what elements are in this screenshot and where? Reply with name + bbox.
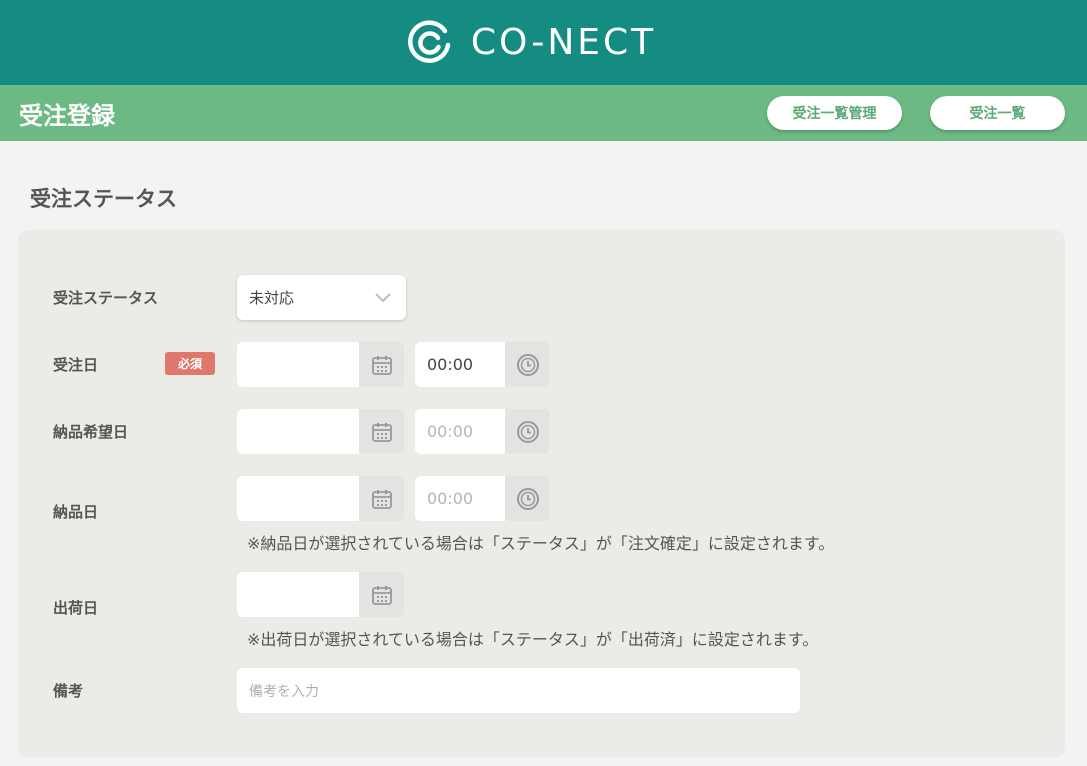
order-time-clock-button[interactable] (505, 342, 550, 387)
shipping-date-picker (237, 572, 404, 617)
clock-icon (516, 353, 539, 376)
status-label: 受注ステータス (53, 289, 159, 307)
order-time-picker: 00:00 (415, 342, 550, 387)
calendar-icon (371, 489, 392, 509)
clock-icon (516, 487, 539, 510)
desired-delivery-time-picker: 00:00 (415, 409, 550, 454)
order-date-input[interactable] (237, 342, 359, 387)
desired-delivery-date-calendar-button[interactable] (359, 409, 404, 454)
order-time-input[interactable]: 00:00 (415, 342, 505, 387)
delivery-time-input[interactable]: 00:00 (415, 476, 505, 521)
desired-delivery-date-input[interactable] (237, 409, 359, 454)
desired-delivery-time-clock-button[interactable] (505, 409, 550, 454)
logo[interactable]: CO-NECT (405, 19, 656, 67)
status-select[interactable]: 未対応 (237, 275, 406, 320)
delivery-date-picker (237, 476, 404, 521)
delivery-time-clock-button[interactable] (505, 476, 550, 521)
page-title: 受注登録 (19, 102, 115, 130)
page-header: 受注登録 受注一覧管理 受注一覧 (0, 85, 1087, 141)
clock-icon (516, 420, 539, 443)
remarks-input[interactable]: 備考を入力 (237, 668, 800, 713)
logo-mark-icon (407, 19, 451, 63)
required-badge: 必須 (165, 352, 215, 375)
shipping-date-calendar-button[interactable] (359, 572, 404, 617)
section-title: 受注ステータス (30, 187, 177, 211)
order-list-management-button[interactable]: 受注一覧管理 (767, 96, 902, 130)
logo-text: CO-NECT (470, 22, 657, 63)
calendar-icon (371, 422, 392, 442)
delivery-time-picker: 00:00 (415, 476, 550, 521)
shipping-date-label: 出荷日 (53, 599, 99, 617)
shipping-date-input[interactable] (237, 572, 359, 617)
delivery-date-input[interactable] (237, 476, 359, 521)
delivery-date-calendar-button[interactable] (359, 476, 404, 521)
calendar-icon (371, 585, 392, 605)
desired-delivery-date-picker (237, 409, 404, 454)
calendar-icon (371, 355, 392, 375)
order-list-button[interactable]: 受注一覧 (930, 96, 1065, 130)
order-date-picker (237, 342, 404, 387)
order-date-calendar-button[interactable] (359, 342, 404, 387)
shipping-date-note: ※出荷日が選択されている場合は「ステータス」が「出荷済」に設定されます。 (247, 630, 819, 649)
delivery-date-note: ※納品日が選択されている場合は「ステータス」が「注文確定」に設定されます。 (247, 534, 835, 553)
chevron-down-icon (375, 293, 391, 303)
desired-delivery-date-label: 納品希望日 (53, 423, 129, 441)
delivery-date-label: 納品日 (53, 503, 99, 521)
top-header: CO-NECT (0, 0, 1087, 85)
remarks-label: 備考 (53, 682, 84, 700)
order-date-label: 受注日 (53, 356, 99, 374)
status-select-value: 未対応 (249, 289, 295, 307)
desired-delivery-time-input[interactable]: 00:00 (415, 409, 505, 454)
